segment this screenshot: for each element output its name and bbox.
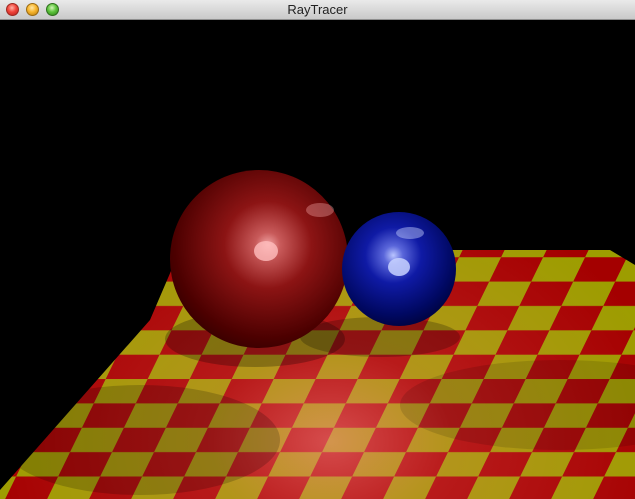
title-bar[interactable]: RayTracer xyxy=(0,0,635,20)
window-title: RayTracer xyxy=(287,2,348,17)
render-canvas xyxy=(0,170,635,499)
red-sphere xyxy=(170,170,348,348)
blue-sphere xyxy=(342,212,456,326)
app-window: RayTracer xyxy=(0,0,635,499)
